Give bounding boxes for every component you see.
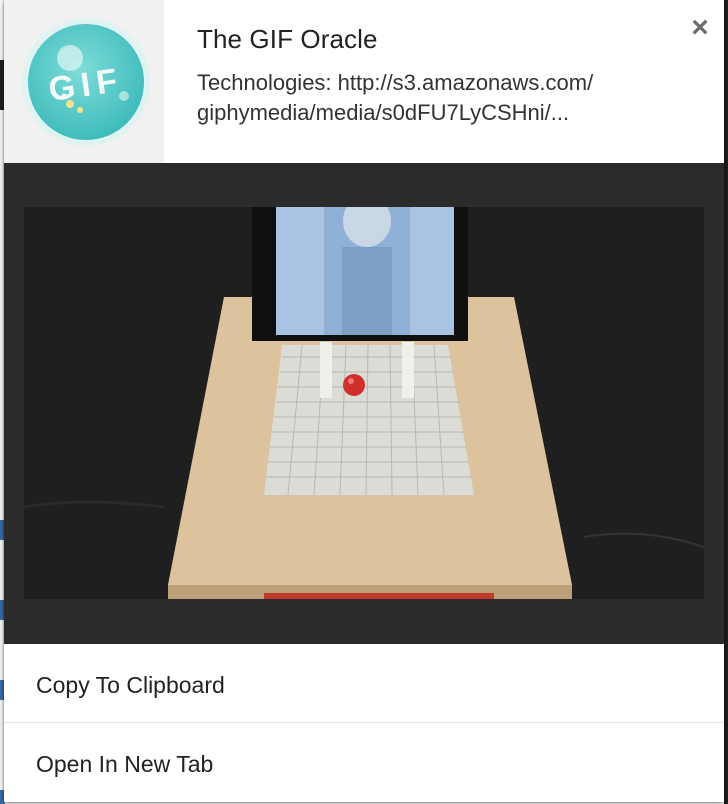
copy-to-clipboard-button[interactable]: Copy To Clipboard [4,644,724,722]
close-icon[interactable]: × [687,13,713,43]
gif-preview-area [4,163,724,644]
popup-subtitle: Technologies: http://s3.amazonaws.com/ g… [197,68,677,128]
popup-menu: Copy To Clipboard Open In New Tab [4,644,724,801]
subtitle-line: Technologies: http://s3.amazonaws.com/ [197,70,594,95]
gif-preview-image [24,207,704,599]
logo-container: GIF [4,0,164,163]
gif-oracle-popup: GIF The GIF Oracle Technologies: http://… [4,0,724,802]
popup-title: The GIF Oracle [197,24,378,54]
subtitle-line: giphymedia/media/s0dFU7LyCSHni/... [197,100,570,125]
background-page-edge-right [724,0,728,804]
gif-oracle-logo-icon: GIF [22,18,150,146]
open-in-new-tab-button[interactable]: Open In New Tab [4,723,724,801]
popup-header: GIF The GIF Oracle Technologies: http://… [4,0,724,163]
